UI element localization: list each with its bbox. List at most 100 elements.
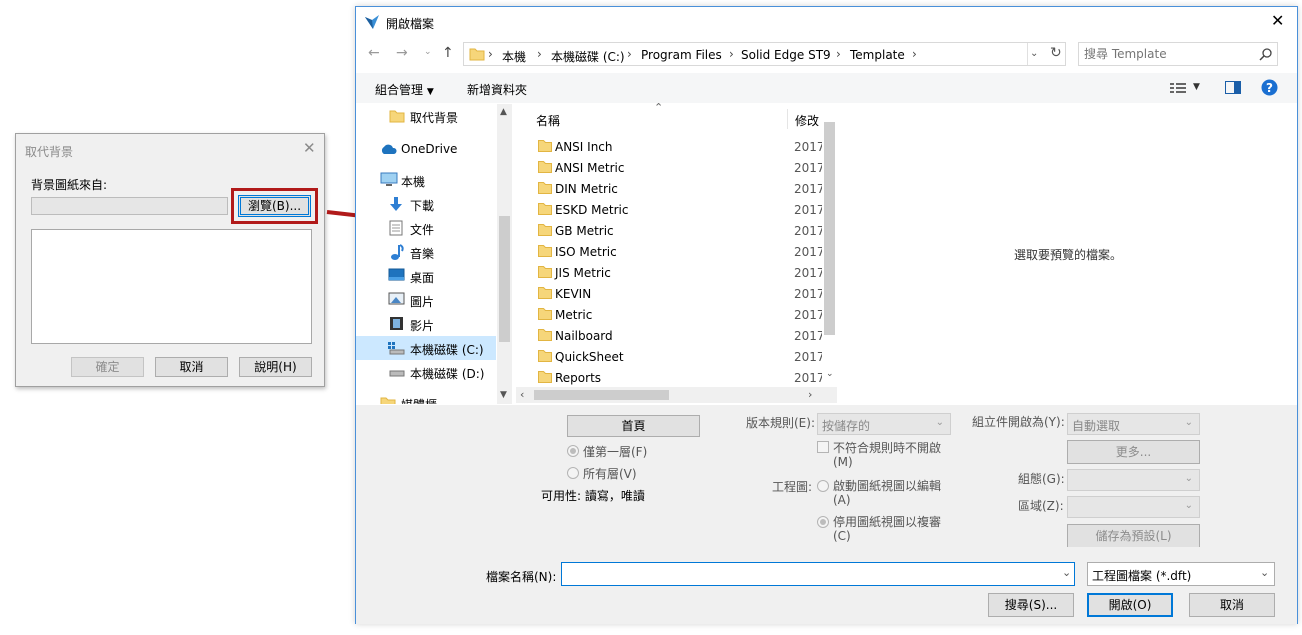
view-dropdown-icon[interactable]: ▼ (1193, 82, 1200, 92)
desktop-icon (388, 268, 405, 281)
scroll-thumb[interactable] (534, 390, 669, 400)
nav-item-libraries[interactable]: 媒體櫃 (356, 391, 496, 404)
first-page-button[interactable]: 首頁 (567, 415, 700, 437)
breadcrumb-template[interactable]: Template (850, 48, 905, 62)
navigation-pane: 取代背景 OneDrive 本機 下載 文件 音樂 桌面 圖片 影片 本機磁碟 … (356, 104, 511, 404)
file-row[interactable]: KEVIN 2017 (534, 283, 825, 304)
chevron-down-icon: ⌄ (1184, 473, 1193, 484)
scroll-right-icon[interactable]: › (808, 388, 812, 401)
nav-item-pictures[interactable]: 圖片 (356, 288, 496, 312)
ok-button[interactable]: 確定 (71, 357, 144, 377)
file-row[interactable]: Metric 2017 (534, 304, 825, 325)
disable-view-label: 停用圖紙視圖以複審 (833, 515, 942, 529)
document-icon (389, 220, 403, 236)
close-icon[interactable]: ✕ (1271, 11, 1284, 30)
scroll-thumb[interactable] (499, 216, 510, 342)
first-layer-radio[interactable] (567, 445, 579, 457)
search-button[interactable]: 搜尋(S)... (988, 593, 1074, 617)
enable-view-radio[interactable] (817, 480, 829, 492)
scroll-down-icon[interactable]: ⌄ (826, 369, 834, 379)
open-button[interactable]: 開啟(O) (1087, 593, 1173, 617)
file-row[interactable]: ESKD Metric 2017 (534, 199, 825, 220)
file-row[interactable]: ISO Metric 2017 (534, 241, 825, 262)
breadcrumb-solid-edge[interactable]: Solid Edge ST9 (741, 48, 831, 62)
file-row[interactable]: ANSI Metric 2017 (534, 157, 825, 178)
file-list-hscrollbar[interactable]: ‹ › (516, 387, 837, 403)
column-name[interactable]: 名稱 (536, 112, 560, 129)
file-row[interactable]: JIS Metric 2017 (534, 262, 825, 283)
browse-button[interactable]: 瀏覽(B)... (238, 195, 311, 217)
address-dropdown-icon[interactable]: ⌄ (1030, 48, 1038, 59)
scroll-left-icon[interactable]: ‹ (520, 388, 524, 401)
file-date: 2017 (794, 203, 825, 217)
breadcrumb-c-drive[interactable]: 本機磁碟 (C:) (551, 48, 625, 65)
version-rule-select[interactable]: 按儲存的 ⌄ (817, 413, 951, 435)
column-divider[interactable] (787, 109, 788, 129)
filetype-select[interactable]: 工程圖檔案 (*.dft) ⌄ (1087, 562, 1275, 586)
nav-item-d-drive[interactable]: 本機磁碟 (D:) (356, 360, 496, 384)
file-row[interactable]: QuickSheet 2017 (534, 346, 825, 367)
all-layers-radio[interactable] (567, 467, 579, 479)
filename-input[interactable]: ⌄ (561, 562, 1075, 586)
file-date: 2017 (794, 182, 825, 196)
filename-label: 檔案名稱(N): (486, 570, 557, 584)
folder-icon (538, 308, 552, 320)
more-button[interactable]: 更多... (1067, 440, 1200, 464)
search-box[interactable] (1078, 42, 1278, 66)
no-open-checkbox[interactable] (817, 441, 829, 453)
back-icon[interactable]: ← (368, 45, 380, 61)
cancel-button[interactable]: 取消 (155, 357, 228, 377)
assembly-open-select[interactable]: 自動選取 ⌄ (1067, 413, 1200, 435)
help-icon[interactable]: ? (1261, 79, 1278, 96)
file-row[interactable]: Reports 2017 (534, 367, 825, 388)
version-rule-value: 按儲存的 (822, 419, 871, 433)
preview-pane-icon[interactable] (1225, 81, 1241, 95)
address-bar[interactable]: › 本機 › 本機磁碟 (C:) › Program Files › Solid… (463, 42, 1066, 66)
scroll-down-icon[interactable]: ▼ (500, 390, 507, 400)
file-list-vscrollbar[interactable]: ⌄ (822, 104, 837, 384)
nav-item-downloads[interactable]: 下載 (356, 192, 496, 216)
up-icon[interactable]: ↑ (442, 45, 454, 61)
column-modified[interactable]: 修改 (795, 112, 819, 129)
nav-item-desktop[interactable]: 桌面 (356, 264, 496, 288)
breadcrumb-program-files[interactable]: Program Files (641, 48, 722, 62)
nav-scrollbar[interactable]: ▲ ▼ (497, 104, 512, 404)
zone-select[interactable]: ⌄ (1067, 496, 1200, 518)
new-folder-button[interactable]: 新增資料夾 (467, 81, 527, 98)
nav-label: 媒體櫃 (401, 396, 437, 404)
search-input[interactable] (1082, 45, 1252, 63)
file-row[interactable]: Nailboard 2017 (534, 325, 825, 346)
close-icon[interactable]: ✕ (303, 139, 316, 157)
save-default-button[interactable]: 儲存為預設(L) (1067, 524, 1200, 548)
refresh-icon[interactable]: ↻ (1050, 45, 1062, 61)
nav-item-replace-background[interactable]: 取代背景 (356, 104, 496, 128)
nav-item-videos[interactable]: 影片 (356, 312, 496, 336)
file-row[interactable]: ANSI Inch 2017 (534, 136, 825, 157)
nav-item-onedrive[interactable]: OneDrive (356, 137, 496, 161)
chevron-down-icon[interactable]: ⌄ (1062, 566, 1071, 579)
help-button[interactable]: 說明(H) (239, 357, 312, 377)
config-select[interactable]: ⌄ (1067, 469, 1200, 491)
nav-item-c-drive[interactable]: 本機磁碟 (C:) (356, 336, 496, 360)
folder-icon (538, 224, 552, 236)
background-list[interactable] (31, 229, 312, 344)
breadcrumb-this-pc[interactable]: 本機 (502, 48, 526, 65)
recent-chevron-icon[interactable]: ⌄ (424, 47, 432, 57)
scroll-up-icon[interactable]: ▲ (500, 107, 507, 117)
nav-item-music[interactable]: 音樂 (356, 240, 496, 264)
cancel-button[interactable]: 取消 (1189, 593, 1275, 617)
forward-icon[interactable]: → (396, 45, 408, 61)
app-icon (365, 15, 379, 29)
chevron-down-icon: ⌄ (1260, 566, 1270, 579)
view-options-icon[interactable] (1170, 82, 1188, 94)
file-row[interactable]: GB Metric 2017 (534, 220, 825, 241)
folder-icon (389, 110, 405, 123)
organize-menu[interactable]: 組合管理 ▼ (375, 81, 434, 98)
disable-view-radio[interactable] (817, 516, 829, 528)
nav-label: 下載 (410, 199, 435, 213)
file-row[interactable]: DIN Metric 2017 (534, 178, 825, 199)
nav-label: 影片 (410, 319, 435, 333)
scroll-thumb[interactable] (824, 122, 835, 335)
nav-item-this-pc[interactable]: 本機 (356, 168, 496, 192)
nav-item-documents[interactable]: 文件 (356, 216, 496, 240)
